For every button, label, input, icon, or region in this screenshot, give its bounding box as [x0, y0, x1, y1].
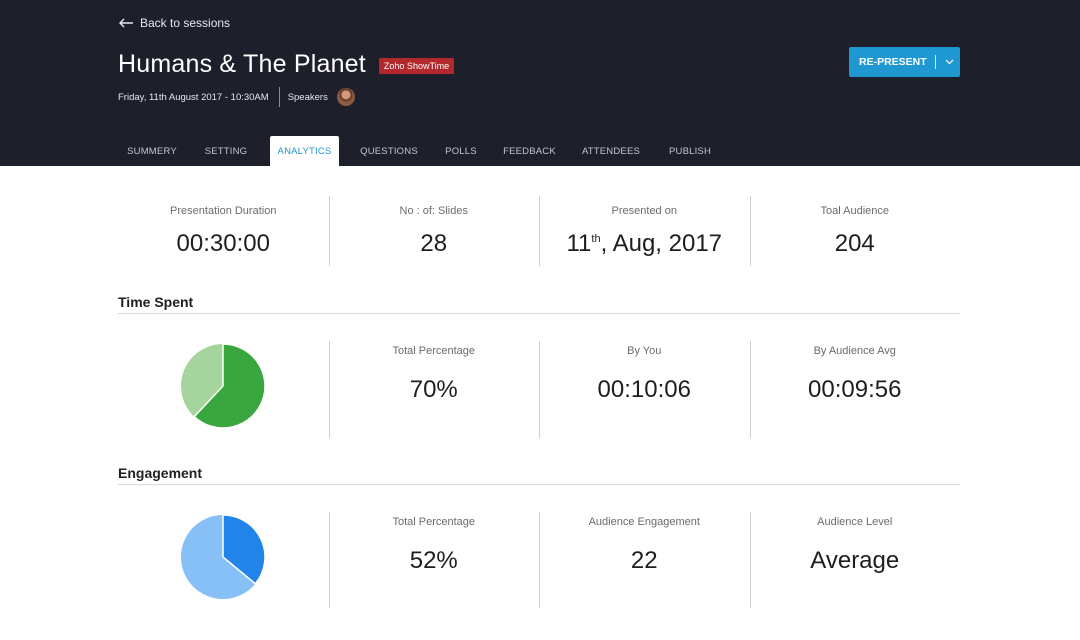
back-label: Back to sessions	[140, 16, 231, 30]
engagement-heading: Engagement	[118, 465, 203, 481]
tab-setting[interactable]: SETTING	[196, 136, 256, 166]
session-tabs: SUMMERY SETTING ANALYTICS QUESTIONS POLL…	[0, 136, 1080, 166]
session-header: Back to sessions Humans & The Planet Zoh…	[0, 0, 1080, 166]
stat-value: 00:30:00	[176, 230, 270, 257]
back-to-sessions-link[interactable]: Back to sessions	[118, 16, 230, 30]
speakers-label: Speakers	[287, 91, 328, 103]
date-ordinal: th	[591, 233, 601, 245]
stat-slides: No : of: Slides 28	[328, 196, 540, 266]
stat-value: 00:10:06	[597, 376, 691, 403]
stat-presentation-duration: Presentation Duration 00:30:00	[118, 196, 329, 266]
time-spent-chart-cell	[118, 341, 329, 438]
session-date: Friday, 11th August 2017 - 10:30AM	[118, 91, 269, 103]
engagement-chart-cell	[118, 512, 329, 608]
stat-by-audience-avg: By Audience Avg 00:09:56	[749, 341, 961, 438]
tab-polls[interactable]: POLLS	[438, 136, 484, 166]
stat-value: Average	[810, 547, 900, 574]
date-day: 11	[566, 230, 592, 257]
button-divider	[934, 55, 936, 69]
tab-questions[interactable]: QUESTIONS	[354, 136, 424, 166]
stat-label: Toal Audience	[820, 205, 890, 217]
time-spent-stats: Total Percentage 70% By You 00:10:06 By …	[118, 341, 960, 438]
stat-engagement-total-percentage: Total Percentage 52%	[328, 512, 540, 608]
time-spent-pie-chart	[181, 343, 266, 429]
tab-analytics[interactable]: ANALYTICS	[270, 136, 339, 166]
overview-stats: Presentation Duration 00:30:00 No : of: …	[118, 196, 960, 266]
stat-total-audience: Toal Audience 204	[749, 196, 961, 266]
tab-attendees[interactable]: ATTENDEES	[576, 136, 646, 166]
section-divider	[118, 484, 960, 485]
stat-time-total-percentage: Total Percentage 70%	[328, 341, 540, 438]
stat-audience-level: Audience Level Average	[749, 512, 961, 608]
stat-value: 204	[834, 230, 875, 257]
stat-label: By Audience Avg	[813, 345, 896, 357]
re-present-button[interactable]: RE-PRESENT	[849, 47, 960, 77]
engagement-pie-chart	[181, 514, 266, 599]
stat-label: Audience Level	[817, 516, 893, 528]
stat-label: No : of: Slides	[399, 205, 468, 217]
stat-label: Presentation Duration	[170, 205, 277, 217]
date-rest: , Aug, 2017	[600, 230, 723, 257]
stat-value: 22	[630, 547, 658, 574]
tab-feedback[interactable]: FEEDBACK	[497, 136, 562, 166]
chevron-down-icon[interactable]	[945, 59, 954, 65]
stat-value: 70%	[409, 376, 458, 403]
page-title: Humans & The Planet	[118, 50, 366, 78]
stat-value: 11th, Aug, 2017	[539, 230, 750, 258]
app-badge: Zoho ShowTime	[378, 57, 455, 74]
arrow-left-icon	[119, 18, 133, 28]
engagement-stats: Total Percentage 52% Audience Engagement…	[118, 512, 960, 608]
stat-value: 00:09:56	[808, 376, 902, 403]
tab-publish[interactable]: PUBLISH	[662, 136, 718, 166]
re-present-label: RE-PRESENT	[859, 56, 927, 68]
stat-label: By You	[627, 345, 662, 357]
speaker-avatar[interactable]	[336, 88, 355, 106]
stat-label: Audience Engagement	[588, 516, 700, 528]
meta-divider	[278, 87, 280, 107]
stat-audience-engagement: Audience Engagement 22	[539, 512, 750, 608]
stat-label: Total Percentage	[392, 516, 476, 528]
stat-label: Total Percentage	[392, 345, 476, 357]
section-divider	[118, 313, 960, 314]
stat-value: 52%	[409, 547, 458, 574]
time-spent-heading: Time Spent	[118, 294, 194, 310]
stat-by-you: By You 00:10:06	[539, 341, 750, 438]
tab-summery[interactable]: SUMMERY	[118, 136, 186, 166]
stat-value: 28	[420, 230, 448, 257]
stat-presented-on: Presented on 11th, Aug, 2017	[539, 196, 750, 266]
stat-label: Presented on	[611, 205, 677, 217]
